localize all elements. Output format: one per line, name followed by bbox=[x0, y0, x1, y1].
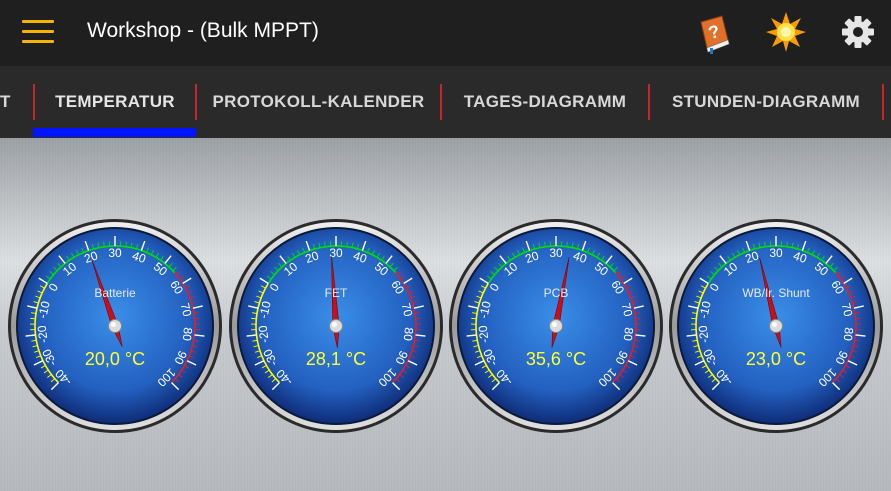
tab-separator bbox=[882, 84, 884, 120]
gauge-wb-shunt: -40 -30 -20 -10 0 10 20 30 40 50 60 70 80 90 100 WB/Ir… bbox=[668, 218, 884, 434]
tick-label: -20 bbox=[476, 324, 492, 343]
tick-label: -20 bbox=[35, 324, 51, 343]
gauge-dial: -40-30-20-1001020 30 405060708090100 bbox=[8, 219, 222, 433]
tick-label: 80 bbox=[401, 327, 416, 342]
gear-icon[interactable] bbox=[836, 10, 880, 54]
gauge-dial: -40-30-20-1001020 30 405060708090100 bbox=[229, 219, 443, 433]
gauge-label: WB/Ir. Shunt bbox=[742, 286, 810, 300]
tick-label: 30 bbox=[108, 246, 122, 260]
tick-label: 30 bbox=[769, 246, 783, 260]
gauge-value: 23,0 °C bbox=[745, 349, 807, 369]
tab-tages-diagramm[interactable]: TAGES-DIAGRAMM bbox=[442, 66, 648, 138]
tick-label: -20 bbox=[696, 324, 712, 343]
tab-bar: T TEMPERATUR PROTOKOLL-KALENDER TAGES-DI… bbox=[0, 66, 891, 138]
gauge-dial: -40-30-20-1001020 30 405060708090100 bbox=[449, 219, 663, 433]
sun-icon[interactable] bbox=[764, 10, 808, 54]
tick-label: -20 bbox=[256, 324, 272, 343]
gauge-label: FET bbox=[324, 286, 348, 300]
app-title: Workshop - (Bulk MPPT) bbox=[87, 19, 319, 42]
gauge-label: Batterie bbox=[94, 286, 136, 300]
tick-label: 30 bbox=[549, 246, 563, 260]
gauge-label: PCB bbox=[543, 286, 569, 300]
menu-icon[interactable] bbox=[22, 20, 54, 44]
gauge-batterie: -40 -30 -20 -10 0 10 20 30 40 50 60 70 80 90 100 Batte… bbox=[7, 218, 223, 434]
gauge-dial: -40-30-20-1001020 30 405060708090100 bbox=[669, 219, 883, 433]
gauge-fet: -40 -30 -20 -10 0 10 20 30 40 50 60 70 80 90 100 FET 2… bbox=[228, 218, 444, 434]
tick-label: 80 bbox=[180, 327, 195, 342]
gauge-pcb: -40 -30 -20 -10 0 10 20 30 40 50 60 70 80 90 100 PCB 3… bbox=[448, 218, 664, 434]
tab-protokoll-kalender[interactable]: PROTOKOLL-KALENDER bbox=[197, 66, 440, 138]
tick-label: 80 bbox=[841, 327, 856, 342]
gauge-value: 28,1 °C bbox=[305, 349, 367, 369]
tab-partial[interactable]: T bbox=[0, 66, 14, 138]
tab-stunden-diagramm[interactable]: STUNDEN-DIAGRAMM bbox=[650, 66, 882, 138]
gauge-panel: -40 -30 -20 -10 0 10 20 30 40 50 60 70 80 90 100 Batte… bbox=[0, 138, 891, 491]
tick-label: 80 bbox=[621, 327, 636, 342]
gauge-value: 20,0 °C bbox=[84, 349, 146, 369]
app-bar: Workshop - (Bulk MPPT) ? bbox=[0, 0, 891, 66]
help-book-icon[interactable]: ? bbox=[692, 10, 736, 54]
tab-selected-indicator bbox=[33, 128, 196, 137]
gauge-value: 35,6 °C bbox=[525, 349, 587, 369]
